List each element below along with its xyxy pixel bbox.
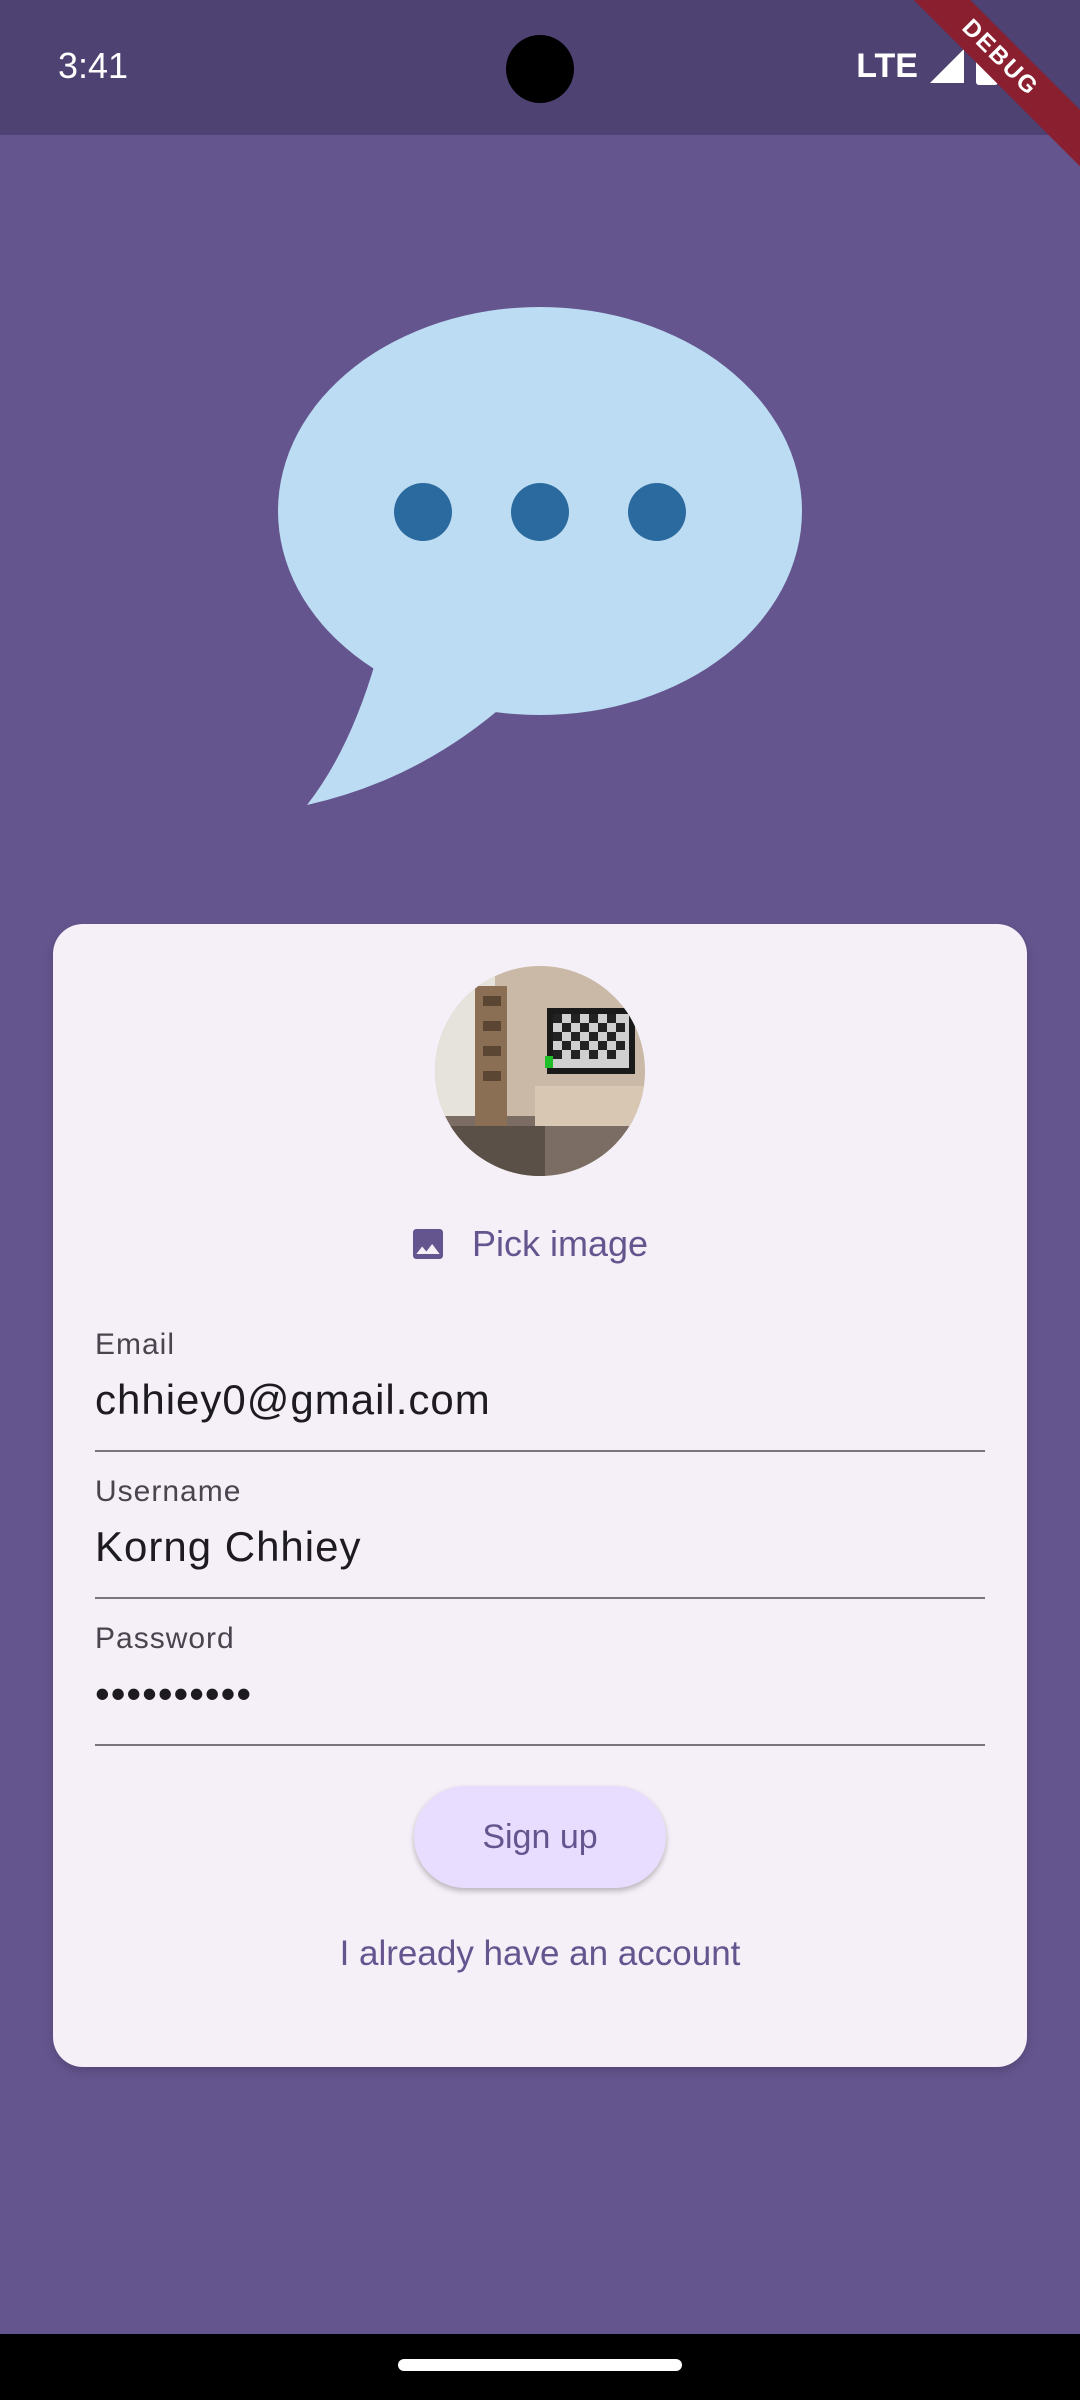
status-time: 3:41 [58, 45, 129, 86]
email-label: Email [95, 1328, 176, 1361]
login-link[interactable]: I already have an account [53, 1934, 1027, 1974]
username-field[interactable]: Username Korng Chhiey [95, 1461, 985, 1599]
password-label: Password [95, 1622, 235, 1655]
camera-cutout [506, 35, 574, 103]
password-field[interactable]: Password •••••••••• [95, 1608, 985, 1746]
status-bar: 3:41 LTE DEBUG [0, 0, 1080, 179]
signup-button[interactable]: Sign up [414, 1786, 666, 1888]
network-type: LTE [856, 47, 918, 85]
navigation-bar [0, 2334, 1080, 2400]
signal-icon [930, 49, 964, 83]
avatar[interactable] [435, 966, 645, 1176]
pick-image-button[interactable]: Pick image [408, 1214, 648, 1274]
pick-image-label: Pick image [472, 1223, 649, 1264]
image-icon [408, 1224, 448, 1264]
email-value: chhiey0@gmail.com [95, 1376, 491, 1423]
username-label: Username [95, 1475, 242, 1508]
email-field[interactable]: Email chhiey0@gmail.com [95, 1314, 985, 1452]
chat-bubble-icon [270, 300, 810, 815]
debug-banner: DEBUG [879, 0, 1080, 179]
home-indicator[interactable] [398, 2359, 682, 2371]
signup-card: Pick image Email chhiey0@gmail.com Usern… [53, 924, 1027, 2067]
password-value: •••••••••• [95, 1670, 253, 1717]
username-value: Korng Chhiey [95, 1523, 362, 1570]
